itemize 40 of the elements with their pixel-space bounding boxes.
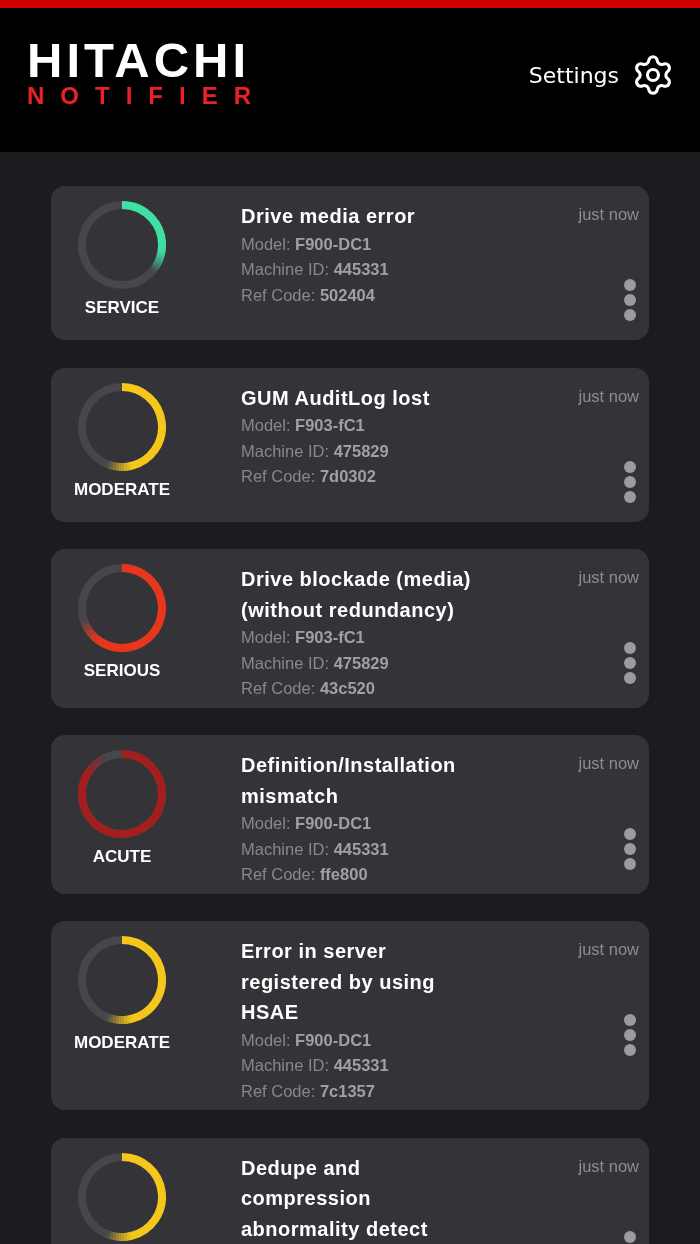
kebab-menu-icon[interactable]: [624, 279, 636, 321]
alert-title: GUM AuditLog lost: [241, 385, 430, 411]
alert-title: Definition/Installation mismatch: [241, 753, 457, 809]
settings-button[interactable]: Settings: [528, 53, 675, 97]
kebab-menu-icon[interactable]: [624, 828, 636, 870]
alert-time: just now: [578, 753, 639, 774]
alert-time: just now: [578, 204, 639, 225]
alert-detail: Ref Code: 7c1357: [241, 1080, 375, 1102]
alert-title: Drive media error: [241, 204, 416, 229]
alert-detail: Ref Code: 43c520: [241, 678, 375, 699]
alert-detail: Machine ID: 445331: [241, 1055, 389, 1076]
alert-time: just now: [578, 1155, 639, 1177]
severity-label: SERIOUS: [83, 660, 161, 682]
alert-detail: Ref Code: 7d0302: [241, 466, 376, 487]
severity-label: MODERATE: [74, 478, 170, 501]
app-subtitle: NOTIFIER: [27, 84, 267, 108]
alert-detail: Ref Code: ffe800: [241, 864, 368, 885]
severity-label: MODERATE: [74, 1032, 170, 1054]
kebab-menu-icon[interactable]: [624, 460, 636, 503]
alert-detail: Machine ID: 475829: [241, 440, 389, 462]
severity-label: SERVICE: [84, 297, 160, 319]
alert-detail: Model: F900-DC1: [241, 813, 372, 834]
alert-time: just now: [578, 385, 639, 407]
alert-detail: Machine ID: 445331: [241, 838, 389, 860]
alert-detail: Model: F903-fC1: [241, 627, 365, 648]
alert-detail: Machine ID: 475829: [241, 652, 389, 674]
alert-title: Dedupe and compression abnormality detect: [241, 1155, 429, 1242]
kebab-menu-icon[interactable]: [624, 1014, 636, 1056]
severity-label: ACUTE: [92, 846, 152, 868]
alert-title: Drive blockade (media) (without redundancy): [241, 567, 472, 623]
alert-time: just now: [578, 567, 639, 588]
alert-time: just now: [578, 939, 639, 960]
alert-detail: Model: F903-fC1: [241, 415, 365, 436]
alert-detail: Model: F900-DC1: [241, 1029, 372, 1051]
alert-detail: Machine ID: 445331: [241, 259, 389, 280]
alert-detail: Ref Code: 502404: [241, 284, 375, 306]
alert-title: Error in server registered by using HSAE: [241, 939, 436, 1025]
logo-wordmark: HITACHI: [27, 36, 251, 85]
alert-detail: Model: F900-DC1: [241, 233, 372, 255]
kebab-menu-icon[interactable]: [624, 642, 636, 684]
